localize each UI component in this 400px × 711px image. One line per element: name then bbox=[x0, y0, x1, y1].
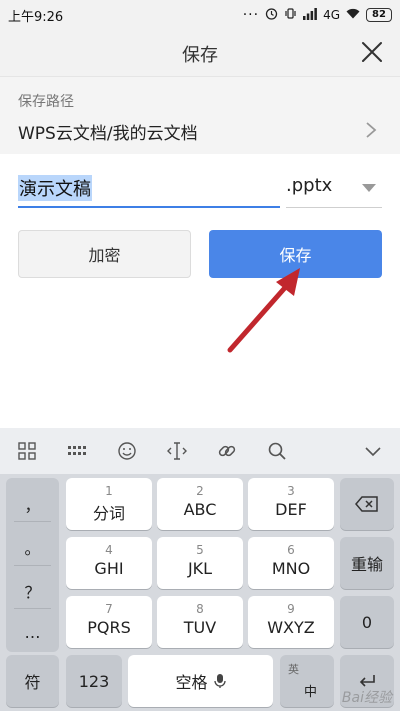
key-number: 8 bbox=[196, 602, 204, 616]
key-number: 6 bbox=[287, 543, 295, 557]
save-path-selector[interactable]: 保存路径 WPS云文档/我的云文档 bbox=[0, 76, 400, 154]
search-icon[interactable] bbox=[266, 440, 288, 462]
key-letters: ABC bbox=[183, 500, 217, 519]
key-9[interactable]: 9 WXYZ bbox=[248, 596, 334, 648]
page-title: 保存 bbox=[182, 45, 218, 66]
key-number: 4 bbox=[105, 543, 113, 557]
emoji-icon[interactable] bbox=[116, 440, 138, 462]
key-2[interactable]: 2 ABC bbox=[157, 478, 243, 530]
vibrate-icon bbox=[284, 7, 297, 23]
battery-level: 82 bbox=[366, 8, 392, 22]
key-number: 7 bbox=[105, 602, 113, 616]
encrypt-button[interactable]: 加密 bbox=[18, 230, 191, 278]
punct-comma[interactable]: ， bbox=[6, 492, 59, 516]
status-bar: 上午9:26 ··· 4G 82 bbox=[0, 0, 400, 30]
notification-dots-icon: ··· bbox=[242, 7, 260, 23]
key-letters: 分词 bbox=[92, 504, 125, 523]
key-number: 2 bbox=[196, 484, 204, 498]
watermark: Bai经验 bbox=[341, 690, 392, 706]
punct-ellipsis[interactable]: … bbox=[6, 623, 59, 642]
link-icon[interactable] bbox=[216, 440, 238, 462]
extension-select[interactable]: .pptx bbox=[286, 170, 382, 208]
microphone-icon bbox=[213, 674, 226, 688]
key-4[interactable]: 4 GHI bbox=[66, 537, 152, 589]
collapse-keyboard-icon[interactable] bbox=[362, 440, 384, 462]
keyboard: ， 。 ？ … 1 分词 2 ABC 3 DEF 4 GHI 5 JKL 6 M… bbox=[0, 428, 400, 711]
retype-key[interactable]: 重输 bbox=[340, 537, 394, 589]
key-number: 5 bbox=[196, 543, 204, 557]
language-switch-key[interactable]: 英 中 bbox=[280, 655, 334, 707]
dialog-header: 保存 bbox=[0, 30, 400, 76]
backspace-key[interactable] bbox=[340, 478, 394, 530]
symbol-key[interactable]: 符 bbox=[6, 655, 59, 707]
key-6[interactable]: 6 MNO bbox=[248, 537, 334, 589]
punct-question[interactable]: ？ bbox=[6, 579, 59, 603]
key-letters: PQRS bbox=[87, 618, 131, 637]
network-type: 4G bbox=[323, 8, 340, 22]
keyboard-icon[interactable] bbox=[66, 440, 88, 462]
status-time: 上午9:26 bbox=[8, 10, 64, 25]
key-letters: TUV bbox=[183, 618, 217, 637]
key-1[interactable]: 1 分词 bbox=[66, 478, 152, 530]
key-3[interactable]: 3 DEF bbox=[248, 478, 334, 530]
punct-period[interactable]: 。 bbox=[6, 535, 59, 559]
key-number: 3 bbox=[287, 484, 295, 498]
zero-key[interactable]: 0 bbox=[340, 596, 394, 648]
alarm-icon bbox=[265, 7, 278, 23]
space-key[interactable]: 空格 bbox=[128, 655, 273, 707]
divider bbox=[14, 565, 51, 566]
key-5[interactable]: 5 JKL bbox=[157, 537, 243, 589]
lang-en-label: 英 bbox=[288, 663, 299, 676]
punctuation-column[interactable]: ， 。 ？ … bbox=[6, 478, 59, 652]
space-label: 空格 bbox=[175, 673, 208, 692]
divider bbox=[14, 521, 51, 522]
save-path-value: WPS云文档/我的云文档 bbox=[18, 124, 198, 144]
keyboard-toolbar bbox=[0, 428, 400, 474]
key-8[interactable]: 8 TUV bbox=[157, 596, 243, 648]
key-number: 9 bbox=[287, 602, 295, 616]
key-letters: MNO bbox=[271, 559, 311, 578]
chevron-right-icon bbox=[366, 122, 377, 138]
signal-icon bbox=[303, 7, 317, 23]
key-letters: JKL bbox=[187, 559, 213, 578]
annotation-arrow-icon bbox=[227, 268, 300, 353]
status-icons: ··· 4G 82 bbox=[243, 5, 392, 25]
key-number: 1 bbox=[105, 484, 113, 498]
wifi-icon bbox=[346, 8, 360, 22]
key-7[interactable]: 7 PQRS bbox=[66, 596, 152, 648]
save-path-label: 保存路径 bbox=[18, 94, 74, 110]
key-letters: DEF bbox=[275, 500, 307, 519]
filename-input[interactable]: 演示文稿 bbox=[18, 170, 280, 208]
backspace-icon bbox=[355, 496, 378, 512]
dropdown-arrow-icon bbox=[362, 184, 376, 192]
close-icon[interactable] bbox=[360, 40, 384, 64]
filename-value: 演示文稿 bbox=[18, 175, 92, 201]
key-letters: GHI bbox=[94, 559, 124, 578]
cursor-move-icon[interactable] bbox=[166, 440, 188, 462]
key-letters: WXYZ bbox=[267, 618, 315, 637]
divider bbox=[14, 608, 51, 609]
grid-menu-icon[interactable] bbox=[16, 440, 38, 462]
numbers-key[interactable]: 123 bbox=[66, 655, 122, 707]
extension-value: .pptx bbox=[286, 175, 333, 196]
lang-zh-label: 中 bbox=[304, 685, 318, 700]
